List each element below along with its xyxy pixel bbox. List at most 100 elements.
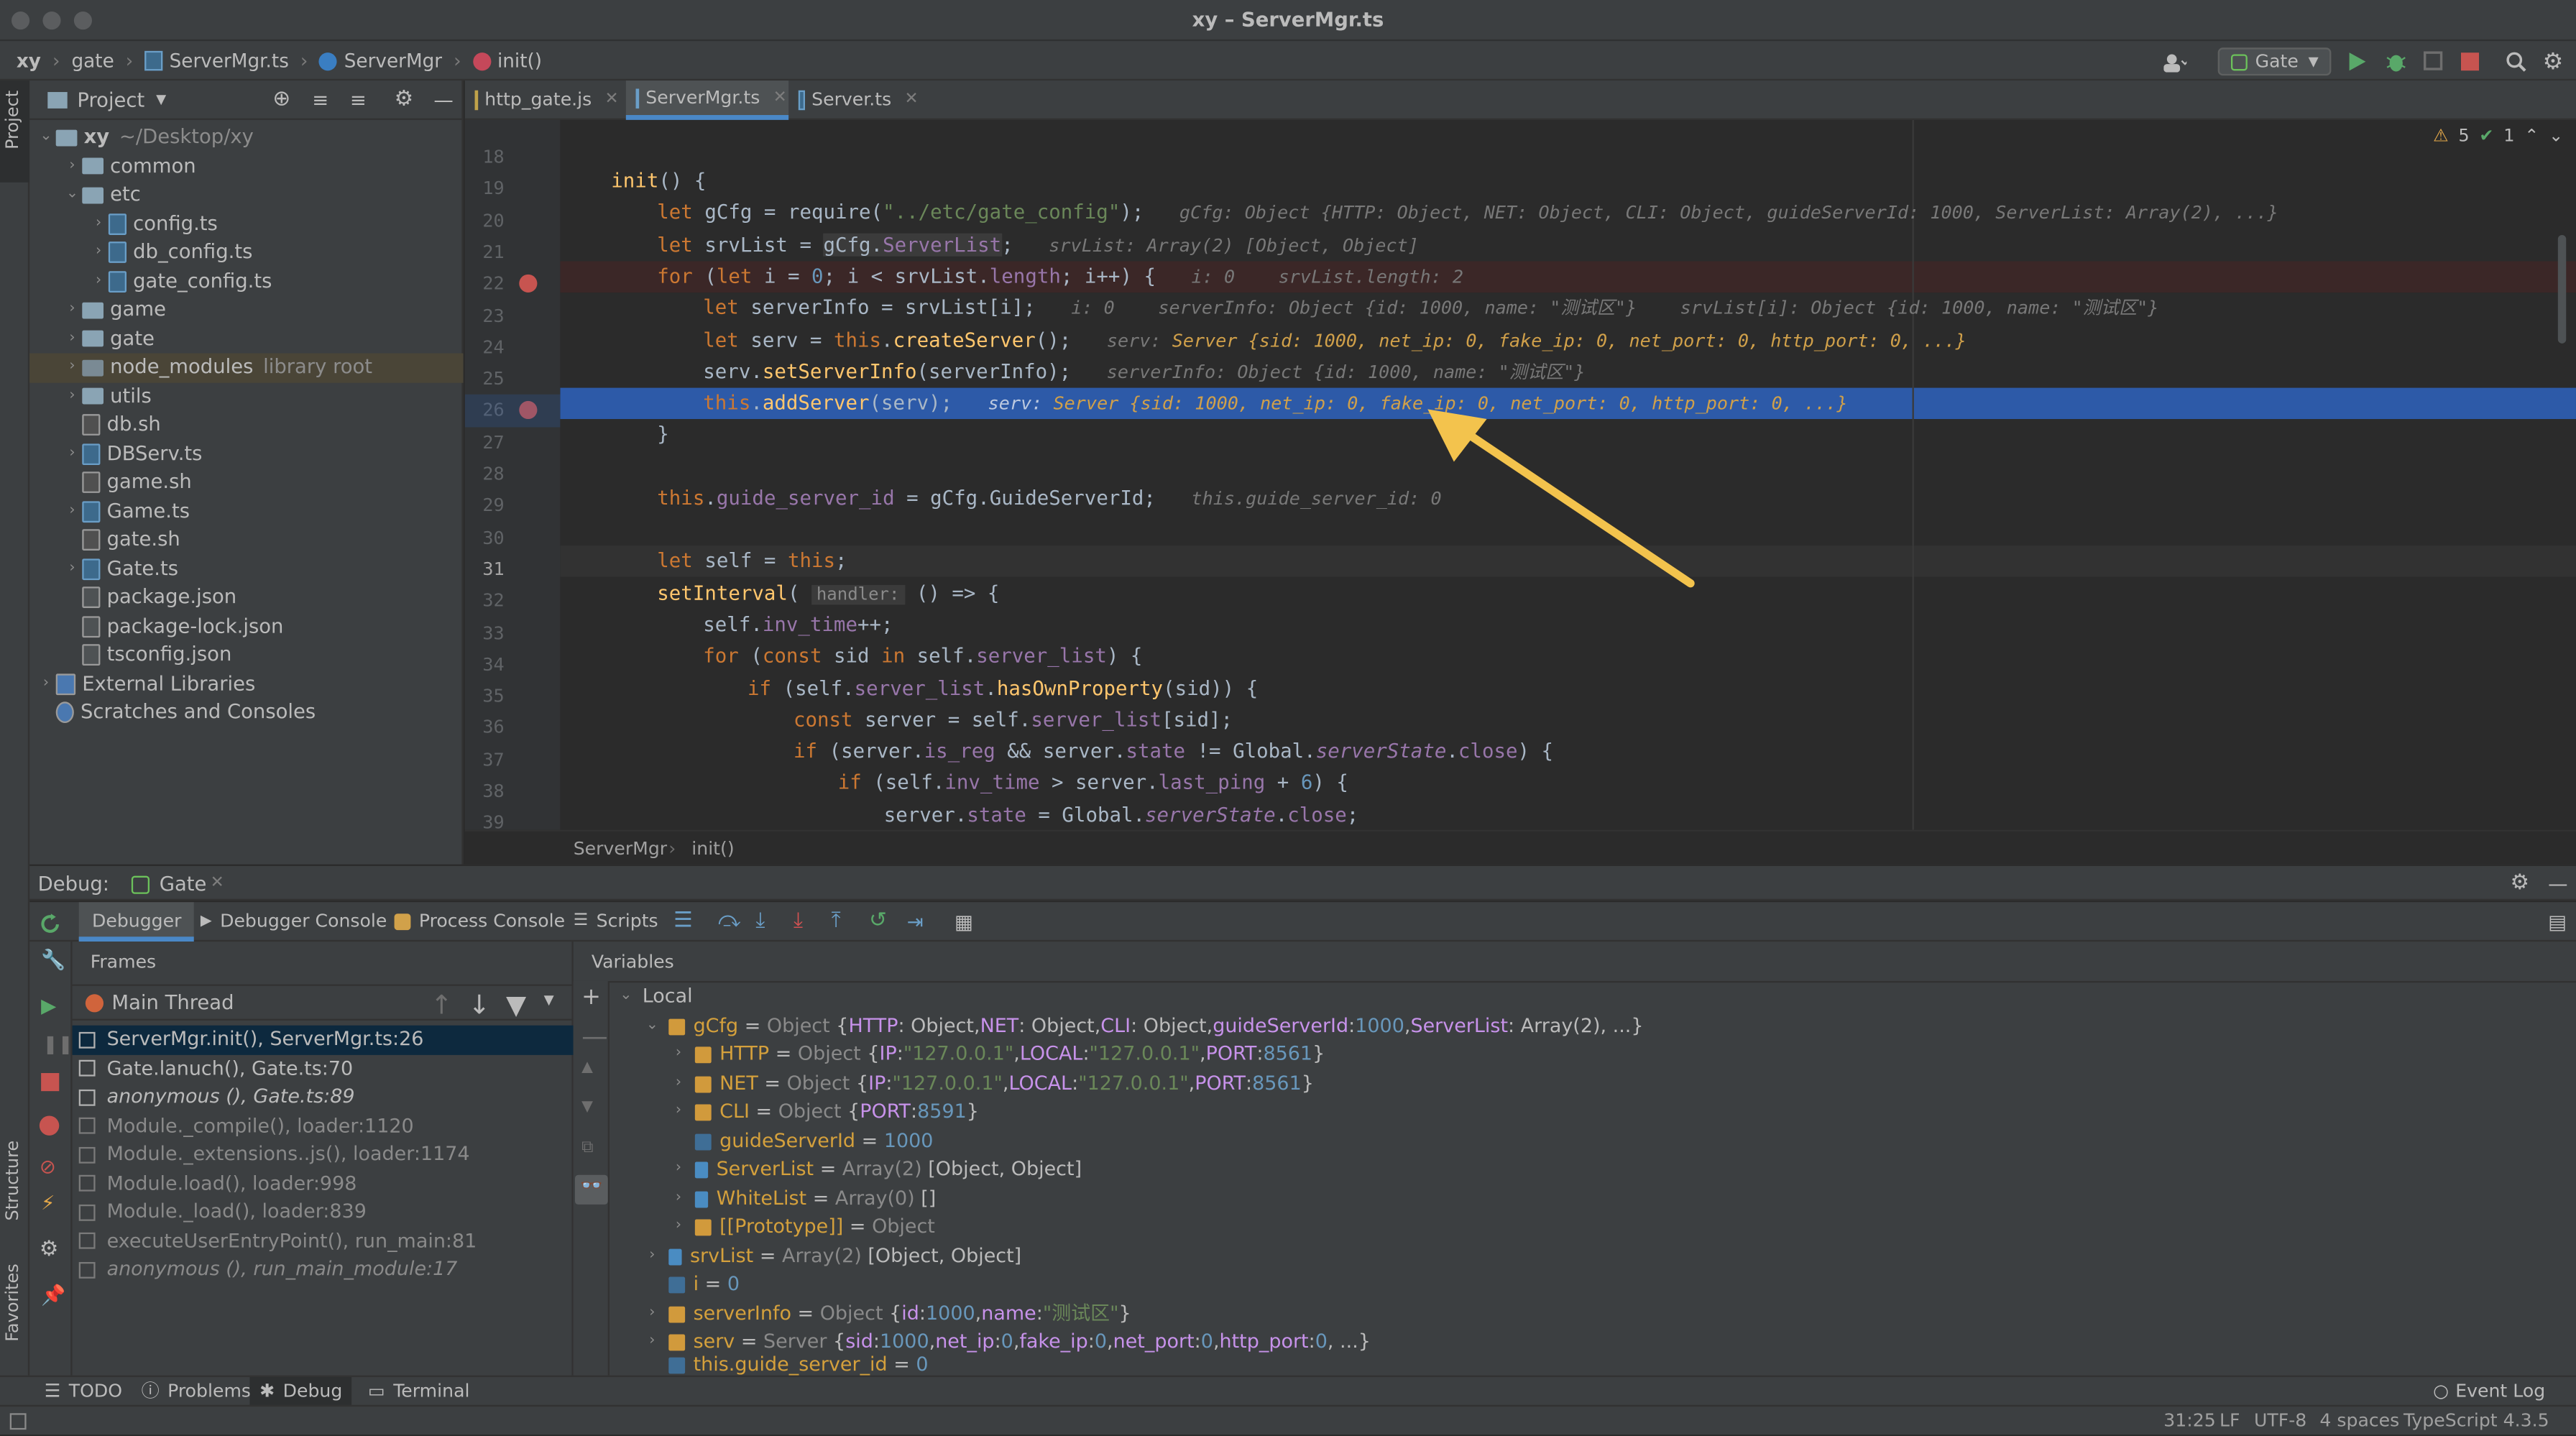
tab-http-gate[interactable]: http_gate.js ✕	[465, 80, 626, 120]
search-icon[interactable]	[2502, 47, 2529, 75]
frame-row[interactable]: Module.load(), loader:998	[78, 1169, 572, 1198]
tab-server[interactable]: Server.ts ✕	[788, 80, 928, 120]
view-breakpoints-icon[interactable]	[39, 1115, 60, 1136]
copy-icon[interactable]: ⧉	[581, 1138, 593, 1156]
remove-watch-icon[interactable]: —	[581, 1021, 608, 1051]
breadcrumb-project[interactable]: xy	[17, 41, 41, 80]
tool-terminal[interactable]: ▭ Terminal	[368, 1377, 469, 1407]
event-log-button[interactable]: ○ Event Log	[2433, 1377, 2545, 1407]
chevron-right-icon[interactable]: ›	[63, 354, 82, 382]
debug-icon[interactable]	[2382, 47, 2409, 75]
chevron-right-icon[interactable]: ›	[36, 670, 55, 699]
inspection-widget[interactable]: ⚠ 5 ✔ 1 ⌃ ⌄	[2433, 126, 2563, 146]
minimize-icon[interactable]: —	[2548, 866, 2567, 902]
close-window-button[interactable]	[11, 11, 30, 30]
show-execution-point-icon[interactable]: ☰	[673, 902, 693, 942]
tree-item[interactable]: › game	[29, 296, 463, 325]
collapse-all-icon[interactable]: ≡	[350, 80, 367, 120]
frame-row[interactable]: executeUserEntryPoint(), run_main:81	[78, 1227, 572, 1256]
footer-crumb-class[interactable]: ServerMgr	[574, 832, 667, 866]
tree-item[interactable]: › common	[29, 152, 463, 180]
footer-crumb-method[interactable]: init()	[691, 832, 734, 866]
rerun-icon[interactable]	[40, 911, 61, 933]
user-icon[interactable]	[2154, 47, 2196, 75]
tree-item[interactable]: › DBServ.ts	[29, 440, 463, 469]
language-service[interactable]: TypeScript 4.3.5	[2404, 1407, 2549, 1436]
variable-row[interactable]: i = 0	[643, 1270, 740, 1299]
variable-row[interactable]: › serverInfo = Object {id: 1000, name: "测…	[643, 1300, 1131, 1329]
run-icon[interactable]	[2346, 47, 2369, 75]
glasses-icon[interactable]: 👓	[574, 1174, 608, 1205]
tree-item[interactable]: › Gate.ts	[29, 555, 463, 584]
structure-tool-tab[interactable]: Structure	[0, 1141, 29, 1239]
step-into-icon[interactable]: ⤓	[755, 902, 765, 942]
chevron-right-icon[interactable]: ›	[88, 210, 108, 239]
frame-row[interactable]: anonymous (), run_main_module:17	[78, 1256, 572, 1284]
run-to-cursor-icon[interactable]: ⇥	[907, 902, 924, 942]
frame-row[interactable]: Module._compile(), loader:1120	[78, 1112, 572, 1141]
variable-row[interactable]: › serv = Server {sid: 1000, net_ip: 0, fa…	[643, 1327, 1371, 1356]
move-down-icon[interactable]: ▼	[581, 1100, 593, 1116]
step-over-icon[interactable]: ⤼	[718, 902, 741, 942]
chevron-right-icon[interactable]: ›	[63, 152, 82, 180]
variable-row[interactable]: this.guide_server_id = 0	[643, 1356, 929, 1376]
add-watch-icon[interactable]: +	[581, 985, 601, 1011]
variable-row[interactable]: › HTTP = Object {IP: "127.0.0.1", LOCAL: …	[668, 1040, 1325, 1069]
variable-row[interactable]: guideServerId = 1000	[668, 1127, 933, 1156]
breadcrumb-file[interactable]: ServerMgr.ts	[170, 41, 289, 80]
frame-row[interactable]: Module._load(), loader:839	[78, 1198, 572, 1227]
move-up-icon[interactable]: ▲	[581, 1060, 593, 1077]
variable-row[interactable]: › srvList = Array(2) [Object, Object]	[643, 1243, 1021, 1271]
tab-process-console[interactable]: Process Console	[394, 902, 565, 942]
tree-item[interactable]: › gate_config.ts	[29, 267, 463, 296]
tree-item[interactable]: › db_config.ts	[29, 239, 463, 267]
tree-item[interactable]: › utils	[29, 382, 463, 411]
tree-item[interactable]: ⌄ etc	[29, 181, 463, 210]
gear-icon[interactable]: ⚙	[2511, 866, 2530, 902]
force-step-into-icon[interactable]: ⤓	[794, 902, 803, 942]
chevron-right-icon[interactable]: ›	[63, 497, 82, 526]
pause-icon[interactable]: ❚❚	[42, 1034, 73, 1055]
tree-item[interactable]: tsconfig.json	[29, 641, 463, 670]
layout-icon[interactable]: ▤	[2548, 902, 2567, 942]
coverage-icon[interactable]	[2420, 47, 2447, 75]
variable-row[interactable]: › WhiteList = Array(0) []	[668, 1184, 936, 1213]
stop-icon[interactable]	[2457, 47, 2480, 75]
locate-icon[interactable]: ⊕	[272, 80, 290, 120]
chevron-down-icon[interactable]: ⌄	[2549, 126, 2563, 146]
tree-item[interactable]: package.json	[29, 584, 463, 612]
tab-debugger-console[interactable]: ▶ Debugger Console	[201, 902, 387, 942]
chevron-right-icon[interactable]: ›	[88, 239, 108, 267]
tree-item[interactable]: › gate	[29, 325, 463, 354]
favorites-tool-tab[interactable]: Favorites	[0, 1264, 29, 1362]
breakpoint-icon[interactable]	[519, 275, 538, 293]
stop-icon[interactable]	[41, 1073, 60, 1092]
mute-breakpoints-icon[interactable]: ⊘	[40, 1155, 56, 1178]
frame-row[interactable]: Module._extensions..js(), loader:1174	[78, 1141, 572, 1169]
chevron-right-icon[interactable]: ›	[63, 382, 82, 411]
settings-icon[interactable]: ⚙	[40, 1238, 59, 1262]
indent-setting[interactable]: 4 spaces	[2319, 1407, 2399, 1436]
variable-row[interactable]: › NET = Object {IP: "127.0.0.1", LOCAL: "…	[668, 1069, 1314, 1098]
minimize-window-button[interactable]	[42, 11, 61, 30]
variable-row[interactable]: › [[Prototype]] = Object	[668, 1212, 935, 1241]
resume-icon[interactable]: ▶	[41, 994, 56, 1017]
close-icon[interactable]: ✕	[773, 78, 787, 118]
restart-frame-icon[interactable]: ↺	[869, 902, 887, 942]
variable-row[interactable]: › ServerList = Array(2) [Object, Object]	[668, 1155, 1082, 1184]
toggle-tool-windows-icon[interactable]	[9, 1413, 27, 1430]
line-separator[interactable]: LF	[2220, 1407, 2240, 1436]
chevron-down-icon[interactable]: ▼	[544, 993, 554, 1008]
hide-panel-icon[interactable]: —	[433, 80, 453, 120]
tree-item[interactable]: › External Libraries	[29, 670, 463, 699]
chevron-down-icon[interactable]: ⌄	[36, 123, 55, 152]
tab-scripts[interactable]: ☰ Scripts	[574, 902, 658, 942]
project-view-select[interactable]: Project	[77, 80, 144, 120]
variable-scope[interactable]: ⌄ Local	[616, 982, 692, 1011]
close-icon[interactable]: ✕	[905, 80, 919, 120]
tree-item[interactable]: package-lock.json	[29, 612, 463, 641]
wrench-icon[interactable]: 🔧	[41, 948, 65, 971]
settings-gear-icon[interactable]: ⚙	[2540, 47, 2567, 75]
editor-gutter[interactable]: 18 19 20 21 22 23 24 25 26 27 28 29 30 31 32 33 34 35 36 37…	[464, 119, 561, 834]
tree-item[interactable]: › config.ts	[29, 210, 463, 239]
